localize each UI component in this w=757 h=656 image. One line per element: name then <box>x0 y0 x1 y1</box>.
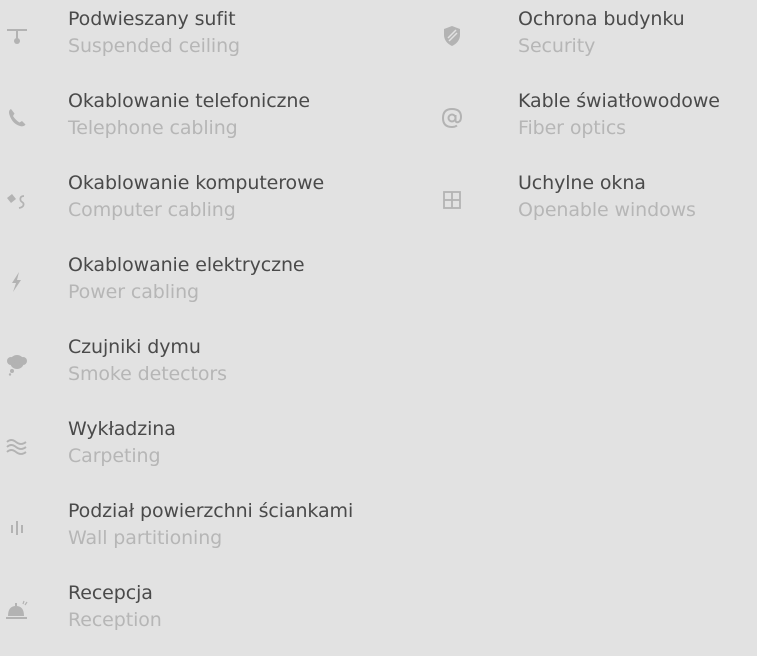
feature-label-en: Reception <box>68 609 162 631</box>
partition-icon <box>5 516 29 540</box>
ceiling-light-icon <box>5 24 29 48</box>
feature-label-en: Power cabling <box>68 281 199 303</box>
feature-item-security: Ochrona budynku Security <box>440 0 757 82</box>
feature-label-pl: Czujniki dymu <box>68 336 201 358</box>
feature-item-openable-windows: Uchylne okna Openable windows <box>440 164 757 246</box>
feature-item-power-cabling: Okablowanie elektryczne Power cabling <box>0 246 440 328</box>
feature-item-wall-partitioning: Podział powierzchni ściankami Wall parti… <box>0 492 440 574</box>
feature-label-en: Openable windows <box>518 199 696 221</box>
feature-label-pl: Podział powierzchni ściankami <box>68 500 354 522</box>
phone-icon <box>5 106 29 130</box>
feature-label-pl: Ochrona budynku <box>518 8 685 30</box>
window-icon <box>440 188 464 212</box>
feature-item-suspended-ceiling: Podwieszany sufit Suspended ceiling <box>0 0 440 82</box>
plug-cable-icon <box>5 188 29 212</box>
feature-item-smoke-detectors: Czujniki dymu Smoke detectors <box>0 328 440 410</box>
lightning-icon <box>5 270 29 294</box>
reception-bell-icon <box>5 598 29 622</box>
smoke-co-icon <box>5 352 29 376</box>
feature-label-en: Wall partitioning <box>68 527 223 549</box>
feature-label-pl: Okablowanie elektryczne <box>68 254 305 276</box>
feature-label-pl: Okablowanie telefoniczne <box>68 90 310 112</box>
feature-label-pl: Podwieszany sufit <box>68 8 236 30</box>
feature-label-en: Security <box>518 35 596 57</box>
shield-icon <box>440 24 464 48</box>
feature-label-en: Computer cabling <box>68 199 236 221</box>
feature-label-en: Smoke detectors <box>68 363 227 385</box>
feature-item-fiber-optics: Kable światłowodowe Fiber optics <box>440 82 757 164</box>
feature-label-pl: Kable światłowodowe <box>518 90 720 112</box>
feature-label-en: Telephone cabling <box>68 117 238 139</box>
features-column-right: Ochrona budynku Security Kable światłowo… <box>440 0 757 246</box>
feature-label-pl: Wykładzina <box>68 418 176 440</box>
feature-item-carpeting: Wykładzina Carpeting <box>0 410 440 492</box>
feature-label-pl: Uchylne okna <box>518 172 646 194</box>
feature-label-en: Suspended ceiling <box>68 35 241 57</box>
features-column-left: Podwieszany sufit Suspended ceiling Okab… <box>0 0 440 656</box>
waves-icon <box>5 434 29 458</box>
feature-label-pl: Okablowanie komputerowe <box>68 172 325 194</box>
feature-item-reception: Recepcja Reception <box>0 574 440 656</box>
at-sign-icon <box>440 106 464 130</box>
feature-label-en: Carpeting <box>68 445 161 467</box>
feature-label-pl: Recepcja <box>68 582 153 604</box>
feature-item-telephone-cabling: Okablowanie telefoniczne Telephone cabli… <box>0 82 440 164</box>
feature-label-en: Fiber optics <box>518 117 626 139</box>
feature-item-computer-cabling: Okablowanie komputerowe Computer cabling <box>0 164 440 246</box>
